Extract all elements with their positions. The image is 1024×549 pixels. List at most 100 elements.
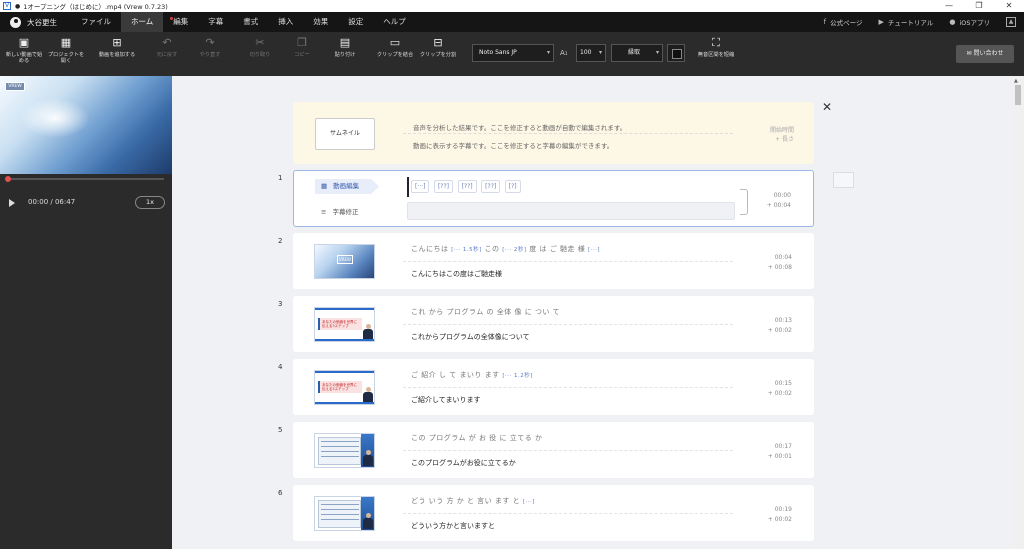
cut-button[interactable]: ✂ 切り取り	[240, 36, 280, 58]
audio-words[interactable]: これ から プログラム の 全体 像 に つい て	[411, 307, 560, 317]
word[interactable]: て	[553, 308, 561, 316]
unknown-word-chip[interactable]: [??]	[457, 180, 477, 193]
word[interactable]: か	[535, 434, 543, 442]
word[interactable]: いう	[429, 497, 444, 505]
audio-words[interactable]: どう いう 方 か と 言い ます と [···]	[411, 496, 535, 506]
word[interactable]: に	[525, 308, 533, 316]
contact-button[interactable]: ✉ 問い合わせ	[956, 45, 1014, 63]
new-video-button[interactable]: ▣ 新しい動画で始める	[4, 36, 44, 64]
outline-select[interactable]: 縁取	[611, 44, 663, 62]
word[interactable]: お	[479, 434, 487, 442]
audio-words[interactable]: この プログラム が お 役 に 立てる か	[411, 433, 542, 443]
silence-tag[interactable]: [··· 1.2秒]	[502, 373, 533, 379]
tab-video-edit[interactable]: ▦ 動画編集	[315, 179, 379, 194]
seek-handle[interactable]	[5, 176, 11, 182]
word[interactable]: 度	[529, 245, 537, 253]
clip-row[interactable]: どう いう 方 か と 言い ます と [···] どういう方かと言いますと 0…	[293, 485, 814, 541]
unknown-word-chip[interactable]: [??]	[433, 180, 454, 193]
word[interactable]: この	[485, 245, 500, 253]
speed-button[interactable]: 1x	[135, 196, 165, 209]
menu-edit[interactable]: 編集	[163, 12, 198, 32]
word[interactable]: 馳走	[560, 245, 575, 253]
word[interactable]: プログラム	[429, 434, 466, 442]
collapse-icon[interactable]: ▲	[1006, 17, 1016, 27]
menu-subtitle[interactable]: 字幕	[198, 12, 233, 32]
word[interactable]: ます	[495, 497, 510, 505]
clip-thumbnail[interactable]: あなたの価値を世界に伝える3ステップ	[314, 370, 375, 405]
undo-button[interactable]: ↶ 元に戻す	[147, 36, 187, 58]
scroll-up-icon[interactable]: ▲	[1014, 78, 1018, 84]
seek-bar[interactable]	[8, 178, 164, 180]
scrollbar-thumb[interactable]	[1015, 85, 1021, 105]
word[interactable]: ます	[485, 371, 500, 379]
caption-text[interactable]: このプログラムがお役に立てるか	[411, 458, 516, 468]
unknown-word-chip[interactable]: [?]	[504, 180, 521, 193]
word[interactable]: 様	[578, 245, 586, 253]
minimize-button[interactable]: —	[934, 0, 964, 12]
vertical-scrollbar[interactable]: ▲	[1012, 76, 1024, 549]
tutorial-link[interactable]: ▶ チュートリアル	[879, 17, 934, 27]
clip-row-selected[interactable]: ▦ 動画編集 ≡ 字幕修正 [···] [??] [??] [??] [?] 00:…	[293, 170, 814, 227]
open-project-button[interactable]: ▦ プロジェクトを開く	[46, 36, 86, 64]
menu-file[interactable]: ファイル	[71, 12, 121, 32]
menu-settings[interactable]: 設定	[338, 12, 373, 32]
split-clip-button[interactable]: ⊟ クリップを分割	[418, 36, 458, 58]
word[interactable]: 役	[489, 434, 497, 442]
word[interactable]: は	[540, 245, 548, 253]
menu-home[interactable]: ホーム	[121, 12, 164, 32]
close-icon[interactable]: ✕	[822, 100, 832, 114]
word[interactable]: こんにちは	[411, 245, 449, 253]
silence-chip[interactable]: [···]	[411, 180, 430, 193]
clip-row[interactable]: VREW こんにちは [··· 1.5秒] この [··· 2秒] 度 は ご …	[293, 233, 814, 289]
word[interactable]: 言い	[477, 497, 492, 505]
thumbnail-button[interactable]: サムネイル	[315, 118, 375, 150]
word[interactable]: 全体	[497, 308, 512, 316]
official-page-link[interactable]: f 公式ページ	[824, 17, 863, 27]
font-size-select[interactable]: 100	[576, 44, 606, 62]
tab-caption-edit[interactable]: ≡ 字幕修正	[315, 205, 379, 220]
word[interactable]: か	[457, 497, 465, 505]
word[interactable]: プログラム	[446, 308, 483, 316]
clip-thumbnail[interactable]: あなたの価値を世界に伝える3ステップ	[314, 307, 375, 342]
word[interactable]: し	[439, 371, 447, 379]
silence-tag[interactable]: [···]	[523, 499, 535, 505]
word[interactable]: 紹介	[421, 371, 436, 379]
word[interactable]: と	[513, 497, 521, 505]
ios-app-link[interactable]: ● iOSアプリ	[949, 17, 990, 27]
word[interactable]: この	[411, 434, 426, 442]
word[interactable]: どう	[411, 497, 426, 505]
word[interactable]: つい	[535, 308, 550, 316]
close-window-button[interactable]: ✕	[994, 0, 1024, 12]
add-video-button[interactable]: ⊞ 動画を追加する	[97, 36, 137, 58]
caption-text[interactable]: これからプログラムの全体像について	[411, 332, 530, 342]
redo-button[interactable]: ↷ やり直す	[190, 36, 230, 58]
clip-thumbnail[interactable]	[314, 496, 375, 531]
word[interactable]: が	[469, 434, 477, 442]
clip-thumbnail[interactable]: VREW	[314, 244, 375, 279]
caption-text[interactable]: どういう方かと言いますと	[411, 521, 495, 531]
word[interactable]: これ	[411, 308, 426, 316]
video-preview[interactable]: VREW	[0, 76, 172, 174]
audio-words[interactable]: こんにちは [··· 1.5秒] この [··· 2秒] 度 は ご 馳走 様 …	[411, 244, 600, 254]
menu-insert[interactable]: 挿入	[268, 12, 303, 32]
caption-text[interactable]: ご紹介してまいります	[411, 395, 480, 405]
word[interactable]: から	[429, 308, 444, 316]
menu-effect[interactable]: 効果	[303, 12, 338, 32]
shorten-silence-button[interactable]: ⛶ 無音区間を短縮	[696, 36, 736, 58]
paste-button[interactable]: ▤ 貼り付け	[325, 36, 365, 58]
silence-tag[interactable]: [··· 1.5秒]	[451, 247, 482, 253]
user-account[interactable]: 大谷更生	[10, 16, 57, 28]
color-picker[interactable]	[667, 44, 685, 62]
copy-button[interactable]: ❐ コピー	[282, 36, 322, 58]
menu-format[interactable]: 書式	[233, 12, 268, 32]
caption-input[interactable]	[407, 202, 735, 220]
word[interactable]: 方	[446, 497, 454, 505]
word[interactable]: の	[487, 308, 495, 316]
font-select[interactable]: Noto Sans JP	[472, 44, 554, 62]
audio-words[interactable]: ご 紹介 し て まいり ます [··· 1.2秒]	[411, 370, 533, 380]
merge-clip-button[interactable]: ▭ クリップを結合	[375, 36, 415, 58]
word[interactable]: に	[499, 434, 507, 442]
word[interactable]: ご	[411, 371, 419, 379]
caption-text[interactable]: こんにちはこの度はご馳走様	[411, 269, 502, 279]
silence-tag[interactable]: [··· 2秒]	[502, 247, 526, 253]
